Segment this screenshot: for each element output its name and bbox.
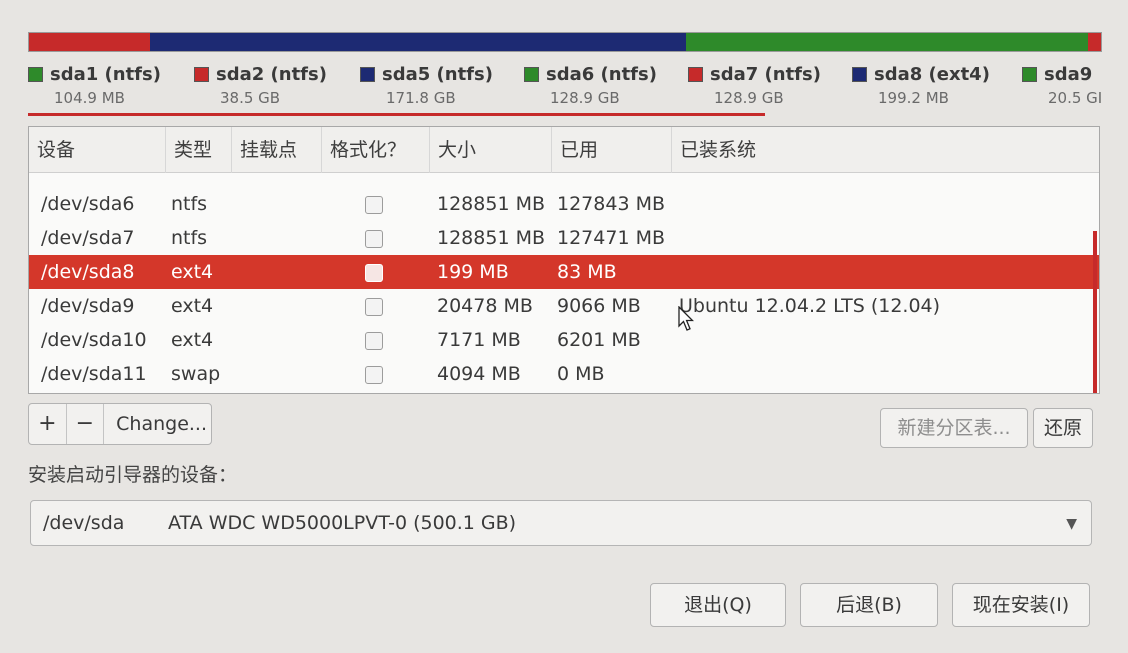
column-header-type[interactable]: 类型: [166, 127, 232, 173]
cell-device: /dev/sda11: [41, 363, 147, 385]
mouse-pointer-icon: [678, 306, 694, 331]
legend-item-sda2: sda2 (ntfs) 38.5 GB: [194, 64, 327, 107]
bootloader-device: /dev/sda: [43, 512, 125, 534]
color-swatch: [524, 67, 539, 82]
cell-type: ntfs: [171, 227, 208, 249]
legend-item-sda6: sda6 (ntfs) 128.9 GB: [524, 64, 657, 107]
revert-button[interactable]: 还原: [1033, 408, 1093, 448]
format-checkbox[interactable]: [365, 196, 383, 214]
legend-size: 128.9 GB: [714, 89, 784, 107]
partition-legend: sda1 (ntfs) 104.9 MB sda2 (ntfs) 38.5 GB…: [28, 64, 1102, 114]
cell-device: /dev/sda10: [41, 329, 147, 351]
cell-device: /dev/sda9: [41, 295, 135, 317]
change-partition-button[interactable]: Change...: [104, 404, 211, 444]
legend-size: 128.9 GB: [550, 89, 620, 107]
cell-size: 20478 MB: [437, 295, 533, 317]
partition-bar-segment-sda7: [1088, 33, 1101, 51]
cell-used: 127471 MB: [557, 227, 665, 249]
column-header-system[interactable]: 已装系统: [672, 127, 1099, 173]
column-header-used[interactable]: 已用: [552, 127, 672, 173]
table-row[interactable]: /dev/sda9 ext4 20478 MB 9066 MB Ubuntu 1…: [29, 289, 1099, 323]
legend-size: 38.5 GB: [220, 89, 281, 107]
cell-size: 128851 MB: [437, 193, 545, 215]
column-header-device[interactable]: 设备: [29, 127, 166, 173]
remove-partition-button[interactable]: −: [67, 404, 105, 444]
legend-item-sda7: sda7 (ntfs) 128.9 GB: [688, 64, 821, 107]
legend-size: 20.5 GI: [1048, 89, 1102, 107]
cell-size: 199 MB: [437, 261, 509, 283]
partition-table[interactable]: 设备 类型 挂载点 格式化？ 大小 已用 已装系统 /dev/sda6 ntfs…: [28, 126, 1100, 394]
new-partition-table-button[interactable]: 新建分区表...: [880, 408, 1028, 448]
table-row[interactable]: /dev/sda7 ntfs 128851 MB 127471 MB: [29, 221, 1099, 255]
legend-item-sda1: sda1 (ntfs) 104.9 MB: [28, 64, 161, 107]
bootloader-device-select[interactable]: /dev/sda ATA WDC WD5000LPVT-0 (500.1 GB)…: [30, 500, 1092, 546]
bootloader-label: 安装启动引导器的设备：: [28, 464, 238, 486]
legend-label: sda7 (ntfs): [710, 64, 821, 85]
partition-bar: [28, 32, 1102, 52]
column-header-size[interactable]: 大小: [430, 127, 552, 173]
cell-installed-system: Ubuntu 12.04.2 LTS (12.04): [679, 295, 941, 317]
legend-label: sda5 (ntfs): [382, 64, 493, 85]
legend-item-sda8: sda8 (ext4) 199.2 MB: [852, 64, 990, 107]
legend-size: 199.2 MB: [878, 89, 949, 107]
format-checkbox[interactable]: [365, 264, 383, 282]
partition-bar-segment-sda2: [29, 33, 151, 51]
partition-bar-segment-sda5: [150, 33, 687, 51]
legend-label: sda2 (ntfs): [216, 64, 327, 85]
table-header: 设备 类型 挂载点 格式化？ 大小 已用 已装系统: [29, 127, 1099, 173]
add-partition-button[interactable]: +: [29, 404, 67, 444]
column-header-mount[interactable]: 挂载点: [232, 127, 322, 173]
cell-device: /dev/sda7: [41, 227, 135, 249]
cell-size: 4094 MB: [437, 363, 521, 385]
format-checkbox[interactable]: [365, 332, 383, 350]
table-row[interactable]: /dev/sda6 ntfs 128851 MB 127843 MB: [29, 187, 1099, 221]
legend-label: sda1 (ntfs): [50, 64, 161, 85]
partition-edit-buttons: + − Change...: [28, 403, 212, 445]
legend-label: sda6 (ntfs): [546, 64, 657, 85]
cell-used: 83 MB: [557, 261, 617, 283]
legend-label: sda9: [1044, 64, 1093, 85]
partition-bar-segment-sda6: [686, 33, 1089, 51]
legend-size: 104.9 MB: [54, 89, 125, 107]
legend-item-sda9: sda9 20.5 GI: [1022, 64, 1102, 107]
cell-used: 127843 MB: [557, 193, 665, 215]
table-scrollbar[interactable]: [1093, 231, 1097, 393]
cell-size: 128851 MB: [437, 227, 545, 249]
color-swatch: [194, 67, 209, 82]
color-swatch: [1022, 67, 1037, 82]
table-row[interactable]: /dev/sda10 ext4 7171 MB 6201 MB: [29, 323, 1099, 357]
cell-type: ext4: [171, 329, 214, 351]
cell-used: 0 MB: [557, 363, 605, 385]
color-swatch: [852, 67, 867, 82]
table-row[interactable]: /dev/sda11 swap 4094 MB 0 MB: [29, 357, 1099, 391]
cell-device: /dev/sda6: [41, 193, 135, 215]
cell-size: 7171 MB: [437, 329, 521, 351]
dropdown-arrow-icon: ▼: [1066, 516, 1077, 532]
cell-type: swap: [171, 363, 221, 385]
format-checkbox[interactable]: [365, 298, 383, 316]
color-swatch: [688, 67, 703, 82]
cell-type: ext4: [171, 295, 214, 317]
back-button[interactable]: 后退(B): [800, 583, 938, 627]
cell-used: 6201 MB: [557, 329, 641, 351]
cell-used: 9066 MB: [557, 295, 641, 317]
bootloader-device-description: ATA WDC WD5000LPVT-0 (500.1 GB): [168, 512, 517, 534]
install-now-button[interactable]: 现在安装(I): [952, 583, 1090, 627]
legend-size: 171.8 GB: [386, 89, 456, 107]
cell-type: ext4: [171, 261, 214, 283]
color-swatch: [360, 67, 375, 82]
quit-button[interactable]: 退出(Q): [650, 583, 786, 627]
legend-item-sda5: sda5 (ntfs) 171.8 GB: [360, 64, 493, 107]
color-swatch: [28, 67, 43, 82]
table-row-selected[interactable]: /dev/sda8 ext4 199 MB 83 MB: [29, 255, 1099, 289]
column-header-format[interactable]: 格式化？: [322, 127, 430, 173]
legend-divider: [28, 113, 765, 116]
cell-type: ntfs: [171, 193, 208, 215]
cell-device: /dev/sda8: [41, 261, 135, 283]
format-checkbox[interactable]: [365, 230, 383, 248]
format-checkbox[interactable]: [365, 366, 383, 384]
legend-label: sda8 (ext4): [874, 64, 990, 85]
